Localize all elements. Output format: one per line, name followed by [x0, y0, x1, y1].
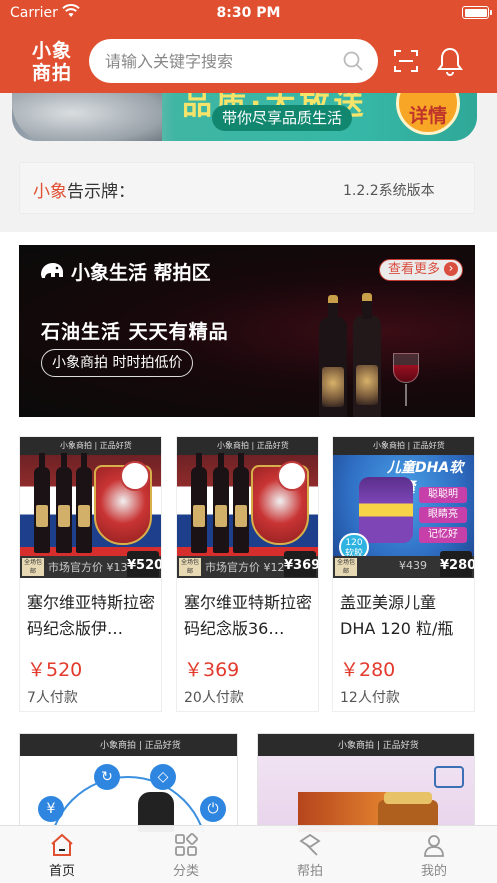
search-icon[interactable]	[342, 50, 364, 76]
wine-bottle-image	[319, 295, 347, 417]
seal-icon	[120, 461, 150, 491]
product-image: 小象商拍 | 正品好货 全场包邮 市场官方价 ¥1360 ¥520	[20, 437, 161, 578]
app-screen: Carrier 8:30 PM 小象 商拍 品质·大放送 带你尽享品质生活	[0, 0, 497, 883]
product-title: 塞尔维亚特斯拉密码纪念版36…	[184, 593, 313, 638]
scan-icon[interactable]	[393, 48, 419, 78]
image-current-price: ¥520	[127, 551, 161, 577]
free-shipping-badge: 全场包邮	[335, 558, 357, 576]
image-original-price: ¥439	[399, 559, 427, 572]
wine-bottle-image	[56, 453, 72, 553]
product-sold-count: 20人付款	[184, 690, 244, 706]
bottom-tab-bar: 首页 分类 帮拍 我的	[0, 825, 497, 883]
category-icon	[146, 832, 226, 858]
product-card[interactable]: 小象商拍 | 正品好货 儿童DHA软胶囊 聪聪明 眼睛亮 记忆好 120 软胶囊…	[332, 436, 475, 712]
notice-title: 小象告示牌：	[33, 177, 135, 202]
yen-icon: ¥	[38, 796, 64, 822]
product-title: 塞尔维亚特斯拉密码纪念版伊…	[27, 593, 156, 638]
search-box[interactable]	[89, 39, 378, 83]
image-feature-tag: 记忆好	[419, 527, 467, 543]
product-card[interactable]: 小象商拍 | 正品好货 全场包邮 市场官方价 ¥1260 ¥369 塞尔维亚特斯…	[176, 436, 319, 712]
power-icon: ⏻	[200, 796, 226, 822]
tab-label: 分类	[172, 864, 199, 879]
product-card[interactable]: 小象商拍 | 正品好货 ↻ ◇ ¥ ⏻	[19, 733, 238, 833]
product-sold-count: 7人付款	[27, 690, 78, 706]
tab-category[interactable]: 分类	[146, 832, 226, 879]
image-feature-tag: 聪聪明	[419, 487, 467, 503]
image-top-label: 小象商拍 | 正品好货	[100, 741, 181, 751]
notice-brand: 小象	[33, 182, 67, 202]
refresh-icon: ↻	[94, 764, 120, 790]
product-price: ￥520	[27, 659, 83, 681]
banner-detail-button[interactable]: 详情	[396, 93, 460, 135]
notice-label: 告示牌：	[67, 182, 135, 202]
clock: 8:30 PM	[216, 5, 281, 21]
product-card[interactable]: 小象商拍 | 正品好货	[257, 733, 475, 833]
tab-bid-help[interactable]: 帮拍	[270, 832, 350, 879]
auction-zone-banner[interactable]: 小象生活 帮拍区 查看更多 石油生活 天天有精品 小象商拍 时时拍低价	[19, 245, 475, 417]
search-input[interactable]	[105, 39, 335, 83]
wine-bottle-image	[233, 453, 249, 553]
notice-board[interactable]: 小象告示牌： 1.2.2系统版本	[19, 162, 475, 214]
notice-message: 1.2.2系统版本	[343, 183, 435, 199]
image-top-label: 小象商拍 | 正品好货	[338, 741, 419, 751]
seal-icon	[277, 461, 307, 491]
logo-line-2: 商拍	[32, 62, 73, 84]
wine-bottle-image	[76, 453, 92, 553]
free-shipping-badge: 全场包邮	[179, 558, 201, 576]
elephant-logo-icon	[39, 261, 65, 283]
app-logo: 小象 商拍	[32, 40, 78, 84]
product-image: 小象商拍 | 正品好货 儿童DHA软胶囊 聪聪明 眼睛亮 记忆好 120 软胶囊…	[333, 437, 474, 578]
product-price: ￥369	[184, 659, 240, 681]
auction-zone-title: 小象生活 帮拍区	[71, 262, 211, 284]
user-icon	[394, 832, 474, 858]
home-icon	[22, 832, 102, 858]
auction-tag: 小象商拍 时时拍低价	[41, 349, 194, 377]
wine-bottle-image	[34, 453, 50, 553]
image-top-label: 小象商拍 | 正品好货	[373, 441, 445, 450]
product-sold-count: 12人付款	[340, 690, 400, 706]
pillow-image	[12, 93, 162, 141]
product-card[interactable]: 小象商拍 | 正品好货 全场包邮 市场官方价 ¥1360 ¥520 塞尔维亚特斯…	[19, 436, 162, 712]
product-image: 小象商拍 | 正品好货 全场包邮 市场官方价 ¥1260 ¥369	[177, 437, 318, 578]
tab-label: 首页	[48, 864, 75, 879]
view-more-button[interactable]: 查看更多	[379, 259, 464, 281]
image-top-label: 小象商拍 | 正品好货	[217, 441, 289, 450]
wine-bottle-image	[213, 453, 229, 553]
gavel-icon	[270, 832, 350, 858]
wine-bottle-image	[353, 293, 381, 417]
wine-glass-image	[393, 353, 419, 406]
product-title: 盖亚美源儿童 DHA 120 粒/瓶	[340, 593, 454, 638]
tab-label: 帮拍	[296, 864, 323, 879]
auction-slogan: 石油生活 天天有精品	[41, 321, 229, 343]
logo-line-1: 小象	[32, 40, 73, 62]
product-price: ￥280	[340, 659, 396, 681]
tab-home[interactable]: 首页	[22, 832, 102, 879]
image-feature-tag: 眼睛亮	[419, 507, 467, 523]
status-bar: Carrier 8:30 PM	[0, 0, 497, 28]
image-current-price: ¥369	[284, 551, 318, 577]
supplement-jar-image	[359, 477, 413, 543]
top-bar: Carrier 8:30 PM 小象 商拍	[0, 0, 497, 93]
image-current-price: ¥280	[440, 551, 474, 577]
tab-profile[interactable]: 我的	[394, 832, 474, 879]
battery-icon	[462, 6, 492, 19]
banner-subtitle: 带你尽享品质生活	[212, 105, 353, 131]
free-shipping-badge: 全场包邮	[22, 558, 44, 576]
bell-icon[interactable]	[437, 46, 463, 80]
shield-icon: ◇	[150, 764, 176, 790]
tab-label: 我的	[420, 864, 447, 879]
image-top-label: 小象商拍 | 正品好货	[60, 441, 132, 450]
promo-banner[interactable]: 品质·大放送 带你尽享品质生活 详情	[12, 93, 477, 141]
brand-logo-icon	[434, 766, 464, 788]
wine-bottle-image	[191, 453, 207, 553]
